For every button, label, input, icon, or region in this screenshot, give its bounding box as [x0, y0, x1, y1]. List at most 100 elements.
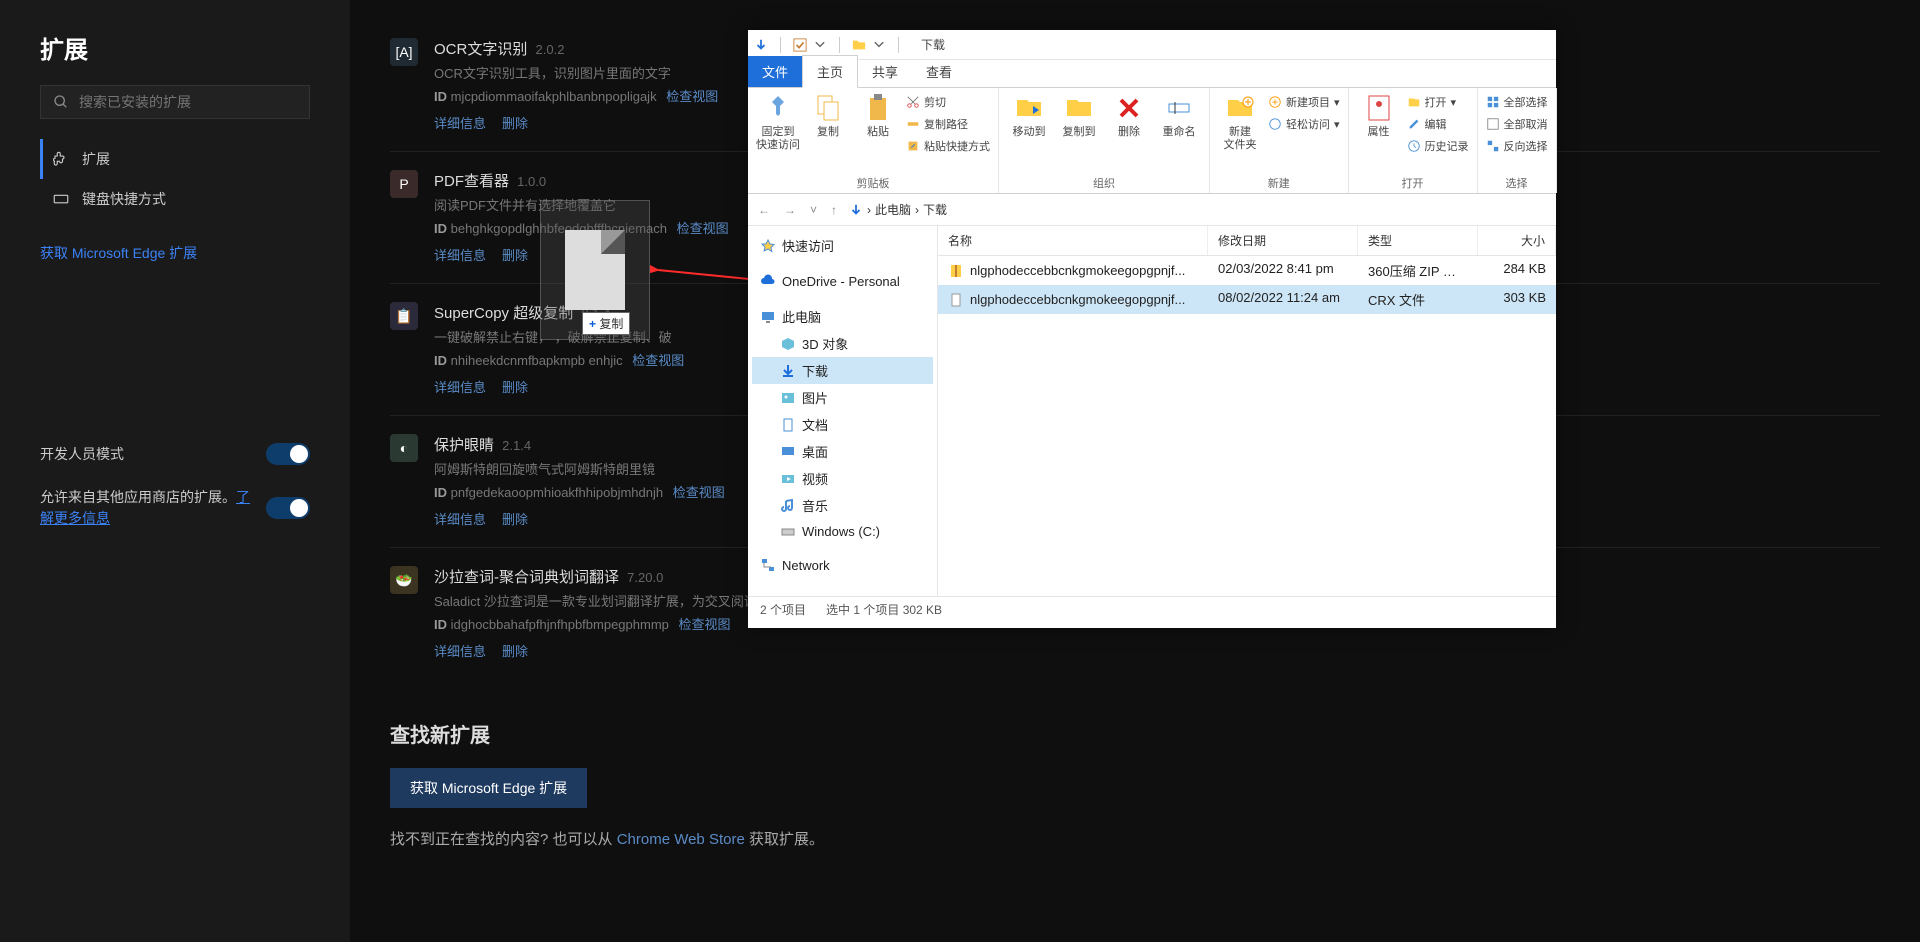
history-icon	[1407, 139, 1421, 153]
col-date[interactable]: 修改日期	[1208, 226, 1358, 255]
search-input[interactable]	[40, 85, 310, 119]
tab-share[interactable]: 共享	[858, 56, 912, 87]
details-link[interactable]: 详细信息	[434, 248, 486, 263]
scissors-icon	[906, 95, 920, 109]
delete-button[interactable]: 删除	[1107, 92, 1151, 139]
details-link[interactable]: 详细信息	[434, 116, 486, 131]
nav-down-button[interactable]: ˅	[808, 201, 819, 219]
details-link[interactable]: 详细信息	[434, 512, 486, 527]
search-icon	[53, 94, 69, 110]
find-note: 找不到正在查找的内容? 也可以从 Chrome Web Store 获取扩展。	[390, 828, 1880, 849]
tree-videos[interactable]: 视频	[752, 465, 933, 492]
nav-up-button[interactable]: ↑	[829, 201, 839, 219]
allow-other-toggle[interactable]	[266, 497, 310, 519]
path-icon	[906, 117, 920, 131]
tab-file[interactable]: 文件	[748, 56, 802, 87]
easy-access-button[interactable]: 轻松访问 ▾	[1268, 114, 1340, 134]
tree-onedrive[interactable]: OneDrive - Personal	[752, 269, 933, 293]
col-name[interactable]: 名称	[938, 226, 1208, 255]
paste-button[interactable]: 粘贴	[856, 92, 900, 139]
edit-button[interactable]: 编辑	[1407, 114, 1469, 134]
sidebar-item-shortcuts[interactable]: 键盘快捷方式	[40, 179, 310, 219]
invert-selection-button[interactable]: 反向选择	[1486, 136, 1548, 156]
tree-quick-access[interactable]: 快速访问	[752, 232, 933, 259]
remove-link[interactable]: 删除	[502, 116, 528, 131]
sidebar-item-extensions[interactable]: 扩展	[40, 139, 310, 179]
rename-button[interactable]: 重命名	[1157, 92, 1201, 139]
cut-button[interactable]: 剪切	[906, 92, 990, 112]
tree-desktop[interactable]: 桌面	[752, 438, 933, 465]
cube-icon	[780, 336, 796, 352]
details-link[interactable]: 详细信息	[434, 644, 486, 659]
col-size[interactable]: 大小	[1478, 226, 1556, 255]
sidebar-item-label: 键盘快捷方式	[82, 189, 166, 209]
properties-icon	[1363, 92, 1395, 124]
tab-view[interactable]: 查看	[912, 56, 966, 87]
ribbon: 固定到 快速访问 复制 粘贴 剪切 复制路径 粘贴快捷方式 剪贴板 移动到 复制…	[748, 88, 1556, 194]
tree-pictures[interactable]: 图片	[752, 384, 933, 411]
shortcut-icon	[906, 139, 920, 153]
selectall-icon	[1486, 95, 1500, 109]
search-field[interactable]	[79, 94, 297, 110]
tab-home[interactable]: 主页	[802, 55, 858, 88]
breadcrumb[interactable]: › 此电脑› 下载	[849, 201, 947, 218]
nav-forward-button[interactable]: →	[782, 201, 798, 219]
file-row[interactable]: nlgphodeccebbcnkgmokeegopgpnjf...02/03/2…	[938, 256, 1556, 285]
star-icon	[760, 238, 776, 254]
file-row[interactable]: nlgphodeccebbcnkgmokeegopgpnjf...08/02/2…	[938, 285, 1556, 314]
tree-downloads[interactable]: 下载	[752, 357, 933, 384]
download-icon	[780, 363, 796, 379]
copyto-icon	[1063, 92, 1095, 124]
history-button[interactable]: 历史记录	[1407, 136, 1469, 156]
tree-this-pc[interactable]: 此电脑	[752, 303, 933, 330]
dropdown-icon[interactable]	[813, 38, 827, 52]
paste-shortcut-button[interactable]: 粘贴快捷方式	[906, 136, 990, 156]
new-folder-button[interactable]: 新建 文件夹	[1218, 92, 1262, 152]
copy-path-button[interactable]: 复制路径	[906, 114, 990, 134]
tree-music[interactable]: 音乐	[752, 492, 933, 519]
tree-c-drive[interactable]: Windows (C:)	[752, 519, 933, 543]
status-bar: 2 个项目 选中 1 个项目 302 KB	[748, 596, 1556, 622]
monitor-icon	[760, 309, 776, 325]
puzzle-icon	[52, 150, 70, 168]
col-type[interactable]: 类型	[1358, 226, 1478, 255]
sidebar-item-label: 扩展	[82, 149, 110, 169]
move-to-button[interactable]: 移动到	[1007, 92, 1051, 139]
extension-icon: 📋	[390, 302, 418, 330]
select-none-button[interactable]: 全部取消	[1486, 114, 1548, 134]
checkbox-icon[interactable]	[793, 38, 807, 52]
copy-button[interactable]: 复制	[806, 92, 850, 139]
properties-button[interactable]: 属性	[1357, 92, 1401, 139]
dropdown-icon[interactable]	[872, 38, 886, 52]
cloud-icon	[760, 273, 776, 289]
copy-icon	[812, 92, 844, 124]
remove-link[interactable]: 删除	[502, 644, 528, 659]
details-link[interactable]: 详细信息	[434, 380, 486, 395]
file-header: 名称 修改日期 类型 大小	[938, 226, 1556, 256]
tree-network[interactable]: Network	[752, 553, 933, 577]
tree-documents[interactable]: 文档	[752, 411, 933, 438]
extension-icon: ◐	[390, 434, 418, 462]
new-item-button[interactable]: 新建项目 ▾	[1268, 92, 1340, 112]
copy-to-button[interactable]: 复制到	[1057, 92, 1101, 139]
remove-link[interactable]: 删除	[502, 248, 528, 263]
ribbon-tabs: 文件 主页 共享 查看	[748, 60, 1556, 88]
pin-button[interactable]: 固定到 快速访问	[756, 92, 800, 152]
remove-link[interactable]: 删除	[502, 380, 528, 395]
edge-sidebar: 扩展 扩展 键盘快捷方式 获取 Microsoft Edge 扩展 开发人员模式…	[0, 0, 350, 942]
down-arrow-icon[interactable]	[754, 38, 768, 52]
selectnone-icon	[1486, 117, 1500, 131]
chrome-web-store-link[interactable]: Chrome Web Store	[617, 831, 745, 848]
remove-link[interactable]: 删除	[502, 512, 528, 527]
dev-mode-toggle[interactable]	[266, 443, 310, 465]
open-button[interactable]: 打开 ▾	[1407, 92, 1469, 112]
select-all-button[interactable]: 全部选择	[1486, 92, 1548, 112]
dev-mode-label: 开发人员模式	[40, 444, 124, 465]
selection-status: 选中 1 个项目 302 KB	[826, 601, 942, 618]
get-extensions-link[interactable]: 获取 Microsoft Edge 扩展	[40, 243, 310, 263]
get-edge-extensions-button[interactable]: 获取 Microsoft Edge 扩展	[390, 768, 587, 808]
tree-3d-objects[interactable]: 3D 对象	[752, 330, 933, 357]
file-list: 名称 修改日期 类型 大小 nlgphodeccebbcnkgmokeegopg…	[938, 226, 1556, 596]
extension-icon: P	[390, 170, 418, 198]
nav-back-button[interactable]: ←	[756, 201, 772, 219]
